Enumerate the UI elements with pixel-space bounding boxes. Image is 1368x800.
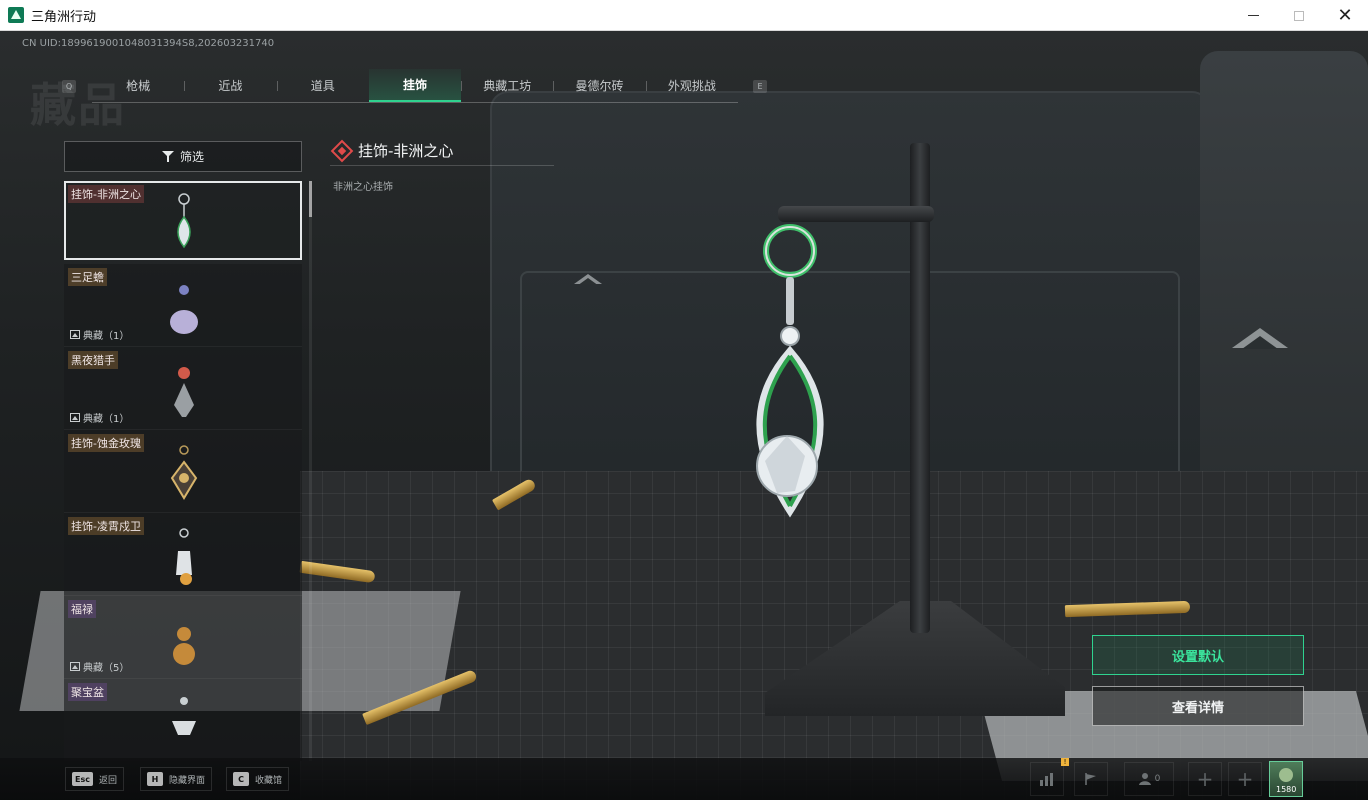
tab-firearms[interactable]: 枪械	[92, 69, 184, 102]
list-item[interactable]: 挂饰-蚀金玫瑰	[64, 430, 302, 513]
tab-collection-workshop[interactable]: 典藏工坊	[461, 69, 553, 102]
fortune-gourd-thumbnail	[173, 627, 195, 665]
crate-chevron-small-icon	[574, 274, 602, 285]
c-key: C	[233, 772, 249, 786]
item-count-label: 典藏（1）	[83, 414, 130, 425]
tab-charms[interactable]: 挂饰	[368, 69, 462, 102]
list-item[interactable]: 挂饰-凌霄戍卫	[64, 513, 302, 596]
charm-link	[786, 277, 794, 325]
flag-button[interactable]	[1074, 762, 1108, 796]
window-title: 三角洲行动	[31, 9, 97, 25]
friends-icon	[1138, 773, 1151, 785]
bar-chart-icon	[1040, 773, 1053, 786]
tab-melee[interactable]: 近战	[184, 69, 276, 102]
game-window: 三角洲行动 ✕ 藏品 CN UID:1899619001048031394S8,…	[0, 0, 1368, 800]
item-name: 黑夜猎手	[68, 351, 118, 369]
add-teammate-button-1[interactable]: +	[1188, 762, 1222, 796]
view-details-button[interactable]: 查看详情	[1092, 686, 1304, 726]
player-level: 1580	[1276, 785, 1297, 794]
h-key: H	[147, 772, 163, 786]
add-teammate-button-2[interactable]: +	[1228, 762, 1262, 796]
hide-ui-label: 隐藏界面	[169, 775, 206, 786]
funnel-icon	[161, 151, 174, 162]
plus-icon: +	[1236, 767, 1254, 791]
list-item[interactable]: 挂饰-非洲之心	[64, 181, 302, 260]
showcase-scene: 藏品 CN UID:1899619001048031394S8,20260323…	[0, 31, 1368, 800]
back-label: 返回	[98, 775, 117, 786]
scrollbar-thumb[interactable]	[309, 181, 312, 217]
item-count-label: 典藏（1）	[83, 331, 130, 342]
item-name: 三足蟾	[68, 268, 107, 286]
set-default-button[interactable]: 设置默认	[1092, 635, 1304, 675]
item-name: 福禄	[68, 600, 96, 618]
image-icon	[70, 330, 80, 339]
item-detail-title: 挂饰-非洲之心	[358, 142, 454, 160]
tab-prev-key[interactable]: Q	[62, 80, 76, 93]
tab-next-key[interactable]: E	[753, 80, 767, 93]
friends-button[interactable]: 0	[1124, 762, 1174, 796]
filter-button[interactable]: 筛选	[64, 141, 302, 172]
maximize-icon	[1294, 10, 1304, 21]
item-name: 挂饰-凌霄戍卫	[68, 517, 144, 535]
gilded-rose-thumbnail	[170, 445, 198, 500]
collection-hall-label: 收藏馆	[255, 775, 283, 786]
rarity-diamond-icon	[330, 139, 354, 162]
crate-chevron-icon	[1232, 328, 1288, 349]
hide-ui-hint[interactable]: H 隐藏界面	[140, 767, 213, 791]
tab-mandel-brick[interactable]: 曼德尔砖	[553, 69, 645, 102]
charm-list-panel: 筛选 挂饰-非洲之心 三足蟾 典藏（1） 黑夜猎手 典藏（1） 挂饰-蚀金玫瑰 …	[64, 141, 312, 761]
item-collection-count: 典藏（1）	[70, 410, 129, 425]
window-controls: ✕	[1230, 0, 1368, 31]
item-detail-description: 非洲之心挂饰	[333, 182, 393, 193]
list-item[interactable]: 三足蟾 典藏（1）	[64, 264, 302, 347]
list-item[interactable]: 黑夜猎手 典藏（1）	[64, 347, 302, 430]
sky-guard-thumbnail	[176, 528, 192, 585]
minimize-button[interactable]	[1230, 0, 1276, 31]
item-name: 聚宝盆	[68, 683, 107, 701]
item-detail-header: 挂饰-非洲之心	[330, 136, 554, 166]
player-uid: CN UID:1899619001048031394S8,20260323174…	[22, 38, 275, 49]
flag-icon	[1085, 773, 1096, 785]
app-logo-icon	[8, 7, 24, 23]
charm-top-gem	[780, 326, 800, 346]
item-count-label: 典藏（5）	[83, 663, 130, 674]
night-hunter-thumbnail	[174, 367, 194, 417]
stats-button[interactable]	[1030, 762, 1064, 796]
tab-appearance-challenge[interactable]: 外观挑战	[645, 69, 738, 102]
bottom-bar: Esc 返回 H 隐藏界面 C 收藏馆 ! 0 + + 1580	[0, 758, 1368, 800]
filter-label: 筛选	[179, 150, 204, 164]
title-bar: 三角洲行动 ✕	[0, 0, 1368, 31]
back-hint[interactable]: Esc 返回	[65, 767, 124, 791]
charm-list: 挂饰-非洲之心 三足蟾 典藏（1） 黑夜猎手 典藏（1） 挂饰-蚀金玫瑰 挂饰-…	[64, 181, 302, 761]
item-name: 挂饰-蚀金玫瑰	[68, 434, 144, 452]
image-icon	[70, 662, 80, 671]
plus-icon: +	[1196, 767, 1214, 791]
close-button[interactable]: ✕	[1322, 0, 1368, 31]
list-scrollbar[interactable]	[309, 181, 312, 761]
category-tabs: 枪械 近战 道具 挂饰 典藏工坊 曼德尔砖 外观挑战	[92, 69, 738, 103]
item-collection-count: 典藏（1）	[70, 327, 129, 342]
tab-props[interactable]: 道具	[276, 69, 369, 102]
charm-ring-highlight	[765, 226, 815, 276]
heart-of-africa-thumbnail	[177, 193, 191, 249]
three-legged-toad-thumbnail	[170, 285, 198, 334]
image-icon	[70, 413, 80, 422]
list-item[interactable]: 聚宝盆	[64, 679, 302, 761]
item-collection-count: 典藏（5）	[70, 659, 129, 674]
treasure-bowl-thumbnail	[172, 697, 196, 735]
charm-preview[interactable]	[735, 211, 855, 541]
minimize-icon	[1247, 15, 1259, 16]
list-item[interactable]: 福禄 典藏（5）	[64, 596, 302, 679]
item-name: 挂饰-非洲之心	[68, 185, 144, 203]
notification-badge: !	[1061, 758, 1069, 766]
friends-count: 0	[1154, 774, 1161, 784]
esc-key: Esc	[72, 772, 93, 786]
maximize-button[interactable]	[1276, 0, 1322, 31]
collection-hall-hint[interactable]: C 收藏馆	[226, 767, 290, 791]
